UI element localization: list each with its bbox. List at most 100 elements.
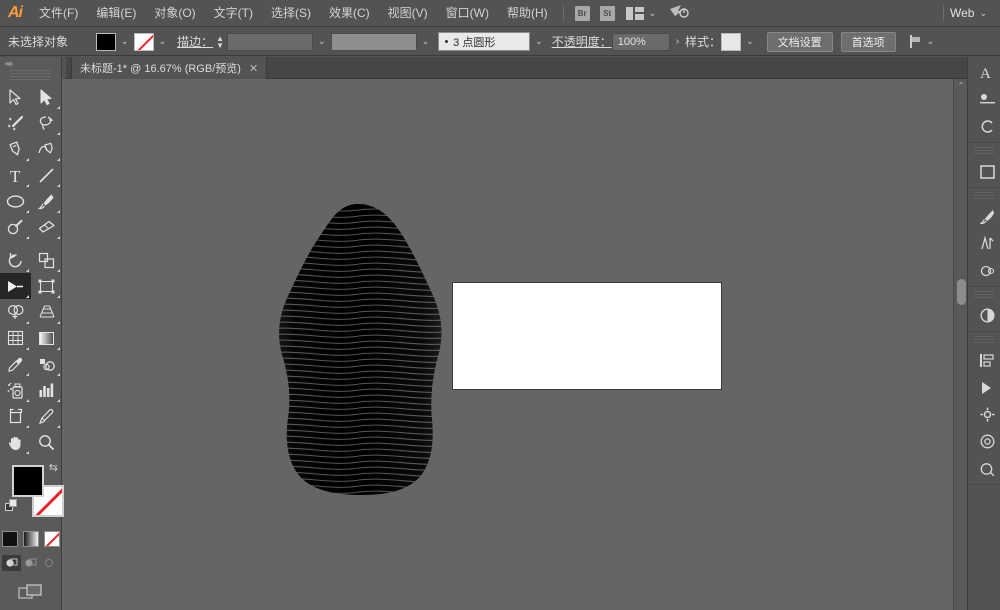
draw-behind-mode-button[interactable] [21,555,40,571]
pen-tool[interactable] [0,136,31,162]
bridge-icon[interactable]: Br [574,5,590,21]
stroke-profile-chevron-down-icon[interactable]: ⌄ [417,36,435,47]
line-segment-tool[interactable] [31,162,62,188]
blend-tool[interactable] [31,351,62,377]
brush-definition-select[interactable]: 3 点圆形 [438,32,531,51]
free-transform-tool[interactable] [31,273,62,299]
symbols-panel-icon[interactable] [968,230,1000,257]
color-panel-icon[interactable] [968,302,1000,329]
panel-group-handle[interactable] [974,291,994,300]
zoom-tool[interactable] [31,429,62,455]
pathfinder-panel-icon[interactable] [968,374,1000,401]
fill-chevron-down-icon[interactable]: ⌄ [116,36,134,47]
swap-fill-stroke-icon[interactable]: ⇆ [49,461,58,474]
document-tab[interactable]: 未标题-1* @ 16.67% (RGB/预览) ✕ [71,57,268,79]
none-mode-button[interactable] [43,531,60,547]
paintbrush-tool[interactable] [31,188,62,214]
perspective-grid-tool[interactable] [31,299,62,325]
transform-panel-icon[interactable] [968,401,1000,428]
menu-help[interactable]: 帮助(H) [498,0,557,27]
scroll-up-arrow-icon[interactable]: ⌃ [954,79,967,93]
fill-color-indicator[interactable] [12,465,44,497]
selection-tool[interactable] [0,84,31,110]
ellipse-tool[interactable] [0,188,31,214]
document-setup-button[interactable]: 文档设置 [766,31,833,52]
stock-icon[interactable]: St [599,5,615,21]
lasso-tool[interactable] [31,110,62,136]
graphic-style-swatch[interactable] [721,32,742,51]
direct-selection-tool[interactable] [31,84,62,110]
transparency-panel-icon[interactable] [968,455,1000,482]
menu-effect[interactable]: 效果(C) [320,0,379,27]
stroke-weight-input[interactable] [227,32,314,51]
color-mode-button[interactable] [1,531,18,547]
tools-panel-header[interactable]: «« [0,57,61,69]
fill-color-swatch[interactable] [96,32,117,51]
menu-view[interactable]: 视图(V) [379,0,437,27]
menu-edit[interactable]: 编辑(E) [87,0,145,27]
slice-tool[interactable] [31,403,62,429]
type-tool[interactable]: T [0,162,31,188]
column-graph-tool[interactable] [31,377,62,403]
brush-chevron-down-icon[interactable]: ⌄ [530,36,548,47]
character-panel-icon[interactable]: A [968,59,1000,86]
panel-group-handle[interactable] [974,147,994,156]
preferences-button[interactable]: 首选项 [840,31,896,52]
align-objects-icon[interactable] [908,35,922,48]
rotate-tool[interactable] [0,247,31,273]
panel-group-handle[interactable] [974,336,994,345]
gradient-mode-button[interactable] [22,531,39,547]
hand-tool[interactable] [0,429,31,455]
menu-window[interactable]: 窗口(W) [437,0,498,27]
vertical-scrollbar[interactable]: ⌃ [953,79,967,610]
symbol-sprayer-tool[interactable] [0,377,31,403]
opentype-panel-icon[interactable] [968,113,1000,140]
menu-type[interactable]: 文字(T) [205,0,262,27]
stroke-weight-stepper[interactable]: ▲ ▼ [216,34,224,49]
graphic-styles-panel-icon[interactable] [968,257,1000,284]
panel-group-handle[interactable] [974,192,994,201]
change-screen-mode-button[interactable] [0,583,61,601]
stroke-profile-input[interactable] [330,32,417,51]
shape-builder-tool[interactable] [0,299,31,325]
brushes-panel-icon[interactable] [968,203,1000,230]
draw-normal-mode-button[interactable] [2,555,21,571]
default-fill-stroke-icon[interactable] [5,499,18,512]
align-chevron-down-icon[interactable]: ⌄ [922,36,940,47]
menu-object[interactable]: 对象(O) [145,0,204,27]
artboards-panel-icon[interactable] [968,158,1000,185]
menu-file[interactable]: 文件(F) [30,0,87,27]
workspace-chevron-down-icon[interactable]: ⌄ [979,8,987,19]
pencil-tool[interactable] [0,214,31,240]
width-tool[interactable] [0,273,31,299]
curvature-tool[interactable] [31,136,62,162]
tools-panel-drag-handle[interactable] [10,70,51,80]
artboard-tool[interactable] [0,403,31,429]
arrange-chevron-down-icon[interactable]: ⌄ [649,8,657,19]
stroke-chevron-down-icon[interactable]: ⌄ [154,36,172,47]
paragraph-panel-icon[interactable] [968,86,1000,113]
arrange-documents-icon[interactable] [625,6,644,20]
magic-wand-tool[interactable] [0,110,31,136]
eraser-tool[interactable] [31,214,62,240]
canvas-area[interactable]: ⌃ [62,79,967,610]
collapse-panel-icon[interactable]: «« [5,59,13,68]
gradient-tool[interactable] [31,325,62,351]
opacity-expand-arrow-icon[interactable]: › [670,36,685,47]
stroke-weight-chevron-down-icon[interactable]: ⌄ [313,36,331,47]
vertical-scrollbar-thumb[interactable] [957,279,966,305]
align-panel-icon[interactable] [968,347,1000,374]
draw-inside-mode-button[interactable] [40,555,59,571]
artwork-line-portrait[interactable] [258,202,460,497]
stroke-color-swatch[interactable] [133,32,154,51]
opacity-input[interactable]: 100% [611,32,670,51]
workspace-label[interactable]: Web [950,6,974,20]
style-chevron-down-icon[interactable]: ⌄ [741,36,759,47]
eyedropper-tool[interactable] [0,351,31,377]
mesh-tool[interactable] [0,325,31,351]
appearance-panel-icon[interactable] [968,428,1000,455]
artboard[interactable] [452,282,722,390]
scale-tool[interactable] [31,247,62,273]
stock-bird-icon[interactable] [669,4,689,22]
menu-select[interactable]: 选择(S) [262,0,320,27]
